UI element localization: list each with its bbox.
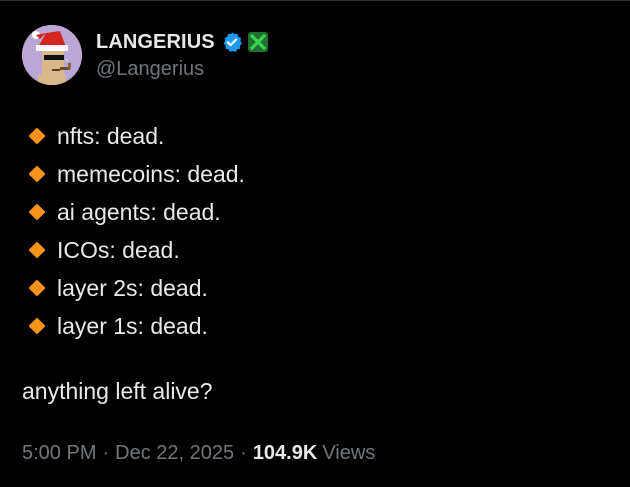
list-item: layer 1s: dead. bbox=[28, 307, 245, 345]
orange-diamond-icon bbox=[28, 317, 46, 335]
tweet-header: LANGERIUS @Langerius bbox=[22, 25, 269, 85]
list-item-text: ai agents: dead. bbox=[57, 198, 221, 225]
orange-diamond-icon bbox=[28, 165, 46, 183]
meta-separator: · bbox=[102, 442, 110, 464]
display-name[interactable]: LANGERIUS bbox=[96, 31, 215, 54]
list-item: layer 2s: dead. bbox=[28, 269, 245, 307]
views-label: Views bbox=[322, 442, 376, 464]
list-item-text: layer 1s: dead. bbox=[57, 312, 208, 339]
avatar[interactable] bbox=[22, 25, 82, 85]
orange-diamond-icon bbox=[28, 203, 46, 221]
timestamp-time[interactable]: 5:00 PM bbox=[22, 442, 96, 465]
affiliation-badge-icon[interactable] bbox=[247, 31, 269, 53]
list-item-text: memecoins: dead. bbox=[57, 160, 245, 187]
list-item-text: nfts: dead. bbox=[57, 122, 165, 149]
punk-avatar-image bbox=[22, 25, 82, 85]
orange-diamond-icon bbox=[28, 241, 46, 259]
list-item: nfts: dead. bbox=[28, 117, 245, 155]
meta-separator: · bbox=[240, 442, 247, 464]
verified-badge-icon[interactable] bbox=[221, 31, 243, 53]
name-row: LANGERIUS bbox=[96, 29, 269, 55]
list-item: ai agents: dead. bbox=[28, 193, 245, 231]
closing-text: anything left alive? bbox=[22, 378, 213, 404]
list-item: ICOs: dead. bbox=[28, 231, 245, 269]
timestamp-date[interactable]: Dec 22, 2025 bbox=[115, 442, 234, 465]
tweet-meta: 5:00 PM · Dec 22, 2025 · 104.9K Views bbox=[22, 442, 375, 465]
list-item-text: layer 2s: dead. bbox=[57, 274, 208, 301]
author-block: LANGERIUS @Langerius bbox=[96, 29, 269, 81]
list-item: memecoins: dead. bbox=[28, 155, 245, 193]
tweet-card: LANGERIUS @Langerius nfts: dead. memecoi… bbox=[0, 0, 630, 487]
orange-diamond-icon bbox=[28, 279, 46, 297]
tweet-list: nfts: dead. memecoins: dead. ai agents: … bbox=[28, 117, 245, 345]
handle[interactable]: @Langerius bbox=[96, 58, 269, 81]
orange-diamond-icon bbox=[28, 127, 46, 145]
views-count[interactable]: 104.9K bbox=[253, 442, 318, 465]
list-item-text: ICOs: dead. bbox=[57, 236, 180, 263]
